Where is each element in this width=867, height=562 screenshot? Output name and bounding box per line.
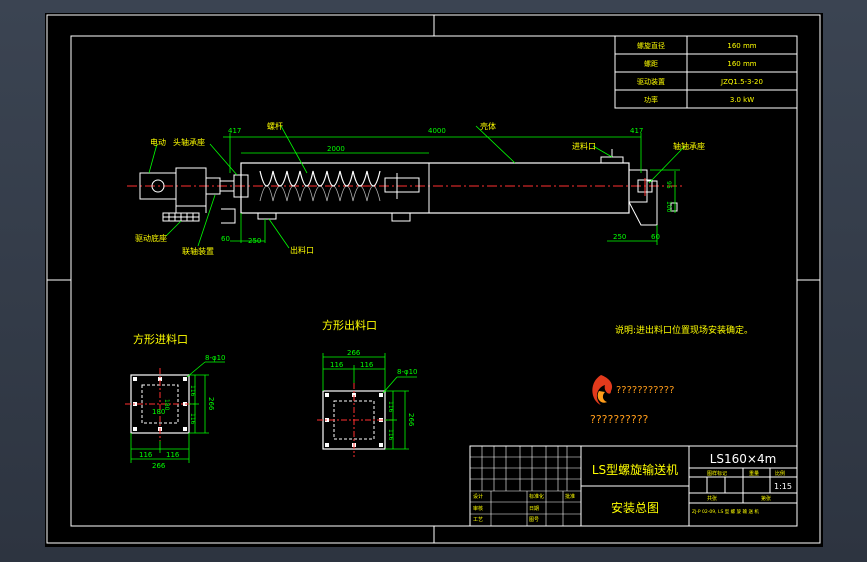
outlet-dim-top-a: 116 xyxy=(330,361,344,369)
tb-model: LS160×4m xyxy=(710,452,777,466)
dimension-lines xyxy=(148,125,686,249)
inlet-detail-view: 方形进料口 8-φ10 116 116 266 116 116 266 180 … xyxy=(125,332,226,470)
installation-note: 说明:进出料口位置现场安装确定。 xyxy=(615,324,753,336)
main-elevation-view: 电动 头轴承座 螺杆 壳体 进料口 轴轴承座 驱动底座 联轴装置 出料口 400… xyxy=(127,121,705,256)
spec-label-2: 螺距 xyxy=(644,59,658,68)
tb-sign-process: 工艺 xyxy=(473,517,483,523)
spec-value-2: 160 mm xyxy=(727,60,756,68)
spec-value-1: 160 mm xyxy=(727,42,756,50)
tb-mid-date: 日期 xyxy=(529,506,539,512)
logo-text-line1: ??????????? xyxy=(616,385,674,396)
inlet-dim-ha: 116 xyxy=(189,385,196,397)
dim-right-bottom-b: 60 xyxy=(651,233,660,241)
label-head-bearing: 头轴承座 xyxy=(173,137,205,147)
company-logo: ??????????? ?????????? xyxy=(590,375,674,426)
outlet-flange xyxy=(257,212,277,220)
outlet-detail-title: 方形出料口 xyxy=(322,318,377,332)
inlet-dim-wa: 116 xyxy=(139,451,153,459)
label-coupling: 联轴装置 xyxy=(182,246,214,256)
outlet-dim-ha: 116 xyxy=(387,401,394,413)
inlet-dim-htotal: 266 xyxy=(207,397,215,411)
inlet-dim-inner-v: 180 xyxy=(163,399,170,411)
label-screw: 螺杆 xyxy=(267,121,283,131)
cad-viewport[interactable]: 螺旋直径 160 mm 螺距 160 mm 驱动装置 JZQ1.5-3-20 功… xyxy=(45,13,823,547)
tb-meta-mark: 图样标记 xyxy=(707,470,727,477)
spec-label-4: 功率 xyxy=(644,95,658,104)
tb-meta-scale: 比例 xyxy=(775,470,785,477)
dim-right-bottom-a: 250 xyxy=(613,233,626,241)
inner-frame xyxy=(70,35,798,527)
spec-label-1: 螺旋直径 xyxy=(637,41,665,50)
inlet-flange xyxy=(600,156,624,164)
label-outlet: 出料口 xyxy=(290,245,314,255)
label-motor: 电动 xyxy=(150,137,166,147)
tb-mid-drawing-no: 图号 xyxy=(529,517,539,523)
outlet-dim-htotal: 266 xyxy=(407,413,415,427)
tb-approve: 批准 xyxy=(565,493,575,500)
tb-page-total: 共张 xyxy=(707,495,717,502)
dim-screw-length: 2000 xyxy=(327,145,345,153)
tb-page-current: 第张 xyxy=(761,495,771,502)
tb-sign-review: 审核 xyxy=(473,505,483,512)
logo-text-line2: ?????????? xyxy=(590,413,649,426)
dim-right-offset: 417 xyxy=(630,127,643,135)
spec-table: 螺旋直径 160 mm 螺距 160 mm 驱动装置 JZQ1.5-3-20 功… xyxy=(614,35,798,109)
inlet-dim-wtotal: 266 xyxy=(152,462,166,470)
label-drive-base: 驱动底座 xyxy=(135,233,167,243)
tb-footer: ZJ-P 02-09, LS 型 螺 旋 输 送 机 xyxy=(692,508,759,515)
inlet-detail-title: 方形进料口 xyxy=(133,332,188,346)
drawing-canvas: 螺旋直径 160 mm 螺距 160 mm 驱动装置 JZQ1.5-3-20 功… xyxy=(46,14,821,544)
conveyor-housing xyxy=(240,162,630,214)
tb-drawing-name: 安装总图 xyxy=(611,500,659,515)
title-block: 设计 审核 工艺 标准化 日期 批准 图号 LS型螺旋输送机 安装总图 LS16… xyxy=(469,445,798,527)
outlet-dim-top-total: 266 xyxy=(347,349,361,357)
dim-left-offset: 417 xyxy=(228,127,241,135)
spec-value-4: 3.0 kW xyxy=(730,96,754,104)
dim-left-bottom-a: 60 xyxy=(221,235,230,243)
dim-left-bottom-b: 250 xyxy=(248,237,261,245)
label-tail-bearing: 轴轴承座 xyxy=(673,141,705,151)
tb-mid-standard: 标准化 xyxy=(529,493,544,500)
screw-flights xyxy=(259,170,381,187)
hanger-bearing xyxy=(384,177,420,193)
label-housing: 壳体 xyxy=(480,121,496,131)
inlet-dim-wb: 116 xyxy=(166,451,180,459)
dim-right-h1: 95 xyxy=(665,181,672,189)
spec-value-3: JZQ1.5-3-20 xyxy=(720,78,763,86)
reducer-body xyxy=(175,167,207,207)
outlet-dim-hb: 116 xyxy=(387,429,394,441)
tb-product-name: LS型螺旋输送机 xyxy=(592,462,678,477)
label-inlet: 进料口 xyxy=(572,141,596,151)
outlet-bolt-spec: 8-φ10 xyxy=(397,368,418,376)
outlet-dim-top-b: 116 xyxy=(360,361,374,369)
outlet-detail-view: 方形出料口 8-φ10 266 116 116 116 116 266 xyxy=(317,318,418,457)
spec-label-3: 驱动装置 xyxy=(637,77,665,86)
tb-scale: 1:15 xyxy=(774,482,792,491)
tb-meta-weight: 重量 xyxy=(749,470,759,477)
tb-sign-design: 设计 xyxy=(473,493,483,500)
inlet-dim-hb: 116 xyxy=(189,413,196,425)
dim-total-length: 4000 xyxy=(428,127,446,135)
inlet-bolt-spec: 8-φ10 xyxy=(205,354,226,362)
dim-right-h2: 100 xyxy=(665,201,672,213)
